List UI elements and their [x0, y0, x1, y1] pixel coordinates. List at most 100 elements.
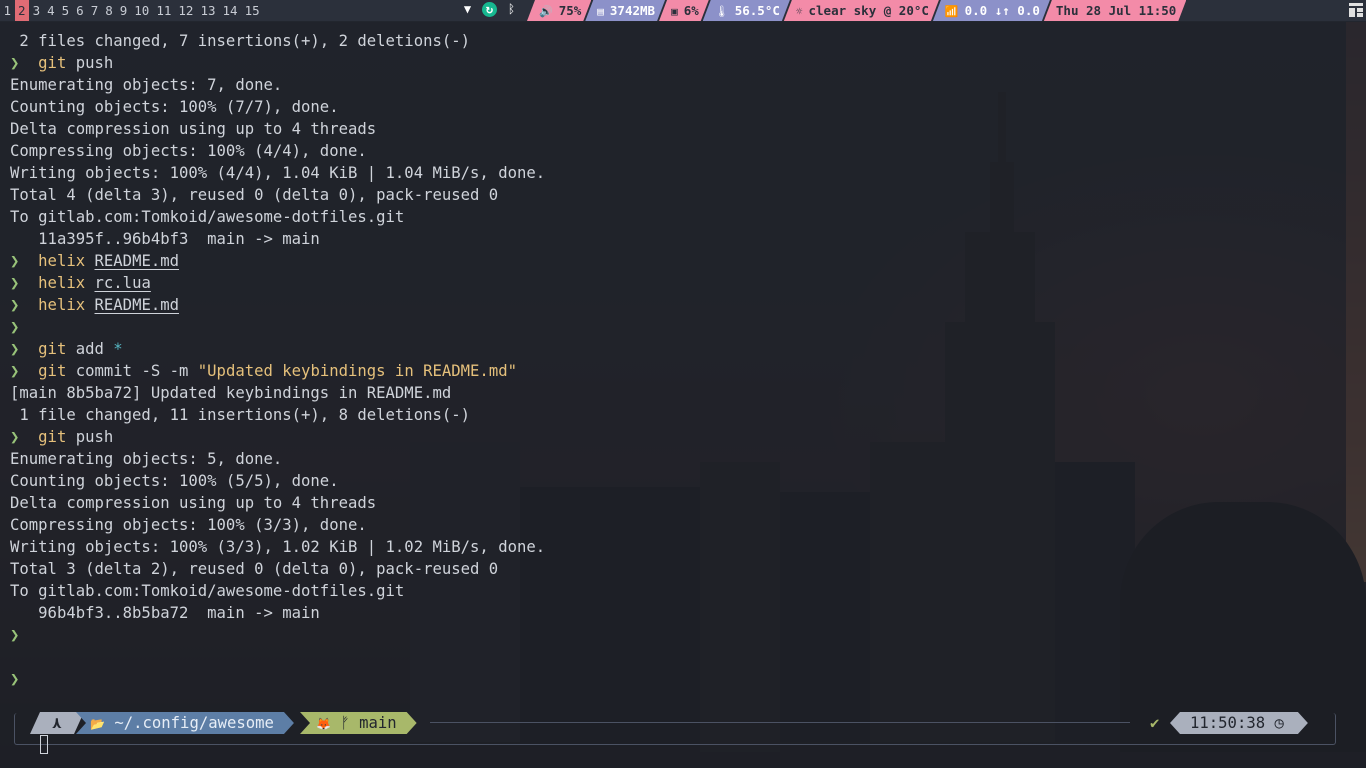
command-line: ❯ [10, 624, 545, 646]
prompt-arrow: ❯ [10, 428, 29, 446]
git-segment: 🦊 ᚠ main [300, 712, 417, 734]
prompt-arrow: ❯ [10, 626, 29, 644]
command-line: ❯ git add * [10, 338, 545, 360]
output-line: Writing objects: 100% (4/4), 1.04 KiB | … [10, 162, 545, 184]
command-name: git [38, 340, 67, 358]
output-text: Delta compression using up to 4 threads [10, 494, 377, 512]
output-text: Total 4 (delta 3), reused 0 (delta 0), p… [10, 186, 499, 204]
workspace-tag-3[interactable]: 3 [29, 0, 44, 21]
prompt-arrow: ❯ [10, 296, 29, 314]
text-cursor[interactable] [40, 735, 48, 754]
output-text: Counting objects: 100% (7/7), done. [10, 98, 339, 116]
output-text: Counting objects: 100% (5/5), done. [10, 472, 339, 490]
prompt-arrow: ❯ [10, 274, 29, 292]
command-line: ❯ helix README.md [10, 294, 545, 316]
output-line: [main 8b5ba72] Updated keybindings in RE… [10, 382, 545, 404]
workspace-tag-8[interactable]: 8 [102, 0, 117, 21]
terminal-output: 2 files changed, 7 insertions(+), 2 dele… [10, 30, 545, 690]
command-line [10, 646, 545, 668]
command-args: push [66, 428, 114, 446]
command-line: ❯ helix README.md [10, 250, 545, 272]
output-text: 96b4bf3..8b5ba72 main -> main [10, 604, 320, 622]
command-args: commit -S -m [66, 362, 198, 380]
command-name: git [38, 362, 67, 380]
workspace-tag-13[interactable]: 13 [197, 0, 219, 21]
wifi-icon[interactable]: ▼ [460, 2, 475, 17]
output-line: Enumerating objects: 7, done. [10, 74, 545, 96]
workspace-tag-4[interactable]: 4 [44, 0, 59, 21]
clock-widget[interactable]: Thu 28 Jul 11:50 [1044, 0, 1186, 21]
prompt-arrow: ❯ [10, 362, 29, 380]
command-line: ❯ helix rc.lua [10, 272, 545, 294]
temperature-widget[interactable]: 🌡 56.5°C [703, 0, 790, 21]
output-line: Total 3 (delta 2), reused 0 (delta 0), p… [10, 558, 545, 580]
file-argument: README.md [94, 252, 180, 270]
prompt-arrow: ❯ [10, 340, 29, 358]
command-name: helix [38, 274, 86, 292]
output-line: To gitlab.com:Tomkoid/awesome-dotfiles.g… [10, 206, 545, 228]
temperature-icon: 🌡 [714, 5, 729, 18]
output-text: To gitlab.com:Tomkoid/awesome-dotfiles.g… [10, 582, 405, 600]
os-icon: ⋏ [52, 714, 62, 732]
status-ok-icon: ✔ [1150, 714, 1160, 732]
terminal-window[interactable]: 2 files changed, 7 insertions(+), 2 dele… [0, 22, 1366, 768]
prompt-arrow: ❯ [10, 318, 29, 336]
output-text: 2 files changed, 7 insertions(+), 2 dele… [10, 32, 471, 50]
weather-widget[interactable]: ☼ clear sky @ 20°C [784, 0, 939, 21]
workspace-tag-11[interactable]: 11 [153, 0, 175, 21]
folder-icon: 📂 [90, 717, 105, 731]
network-widget[interactable]: 📶 0.0 ↓↑ 0.0 [933, 0, 1050, 21]
command-name: git [38, 54, 67, 72]
prompt-separator [430, 722, 1130, 723]
output-text: Enumerating objects: 5, done. [10, 450, 283, 468]
workspace-tag-6[interactable]: 6 [73, 0, 88, 21]
string-argument: "Updated keybindings in README.md" [197, 362, 517, 380]
system-tray: ▼ ↻ ᛒ [460, 2, 519, 17]
memory-widget[interactable]: ▤ 3742MB [585, 0, 665, 21]
command-line: ❯ git push [10, 52, 545, 74]
layout-switch-icon[interactable] [1349, 3, 1363, 17]
workspace-tag-9[interactable]: 9 [116, 0, 131, 21]
command-line: ❯ git push [10, 426, 545, 448]
gitlab-icon: 🦊 [316, 717, 331, 731]
prompt-time: 11:50:38 [1190, 714, 1266, 732]
bluetooth-icon[interactable]: ᛒ [504, 2, 519, 17]
workspace-tag-5[interactable]: 5 [58, 0, 73, 21]
output-text: [main 8b5ba72] Updated keybindings in RE… [10, 384, 452, 402]
file-argument: README.md [94, 296, 180, 314]
workspace-tag-12[interactable]: 12 [175, 0, 197, 21]
workspace-tag-15[interactable]: 15 [241, 0, 263, 21]
cpu-widget[interactable]: ▣ 6% [659, 0, 709, 21]
output-line: Delta compression using up to 4 threads [10, 118, 545, 140]
output-line: Enumerating objects: 5, done. [10, 448, 545, 470]
output-line: Compressing objects: 100% (3/3), done. [10, 514, 545, 536]
workspace-tag-7[interactable]: 7 [87, 0, 102, 21]
command-line: ❯ git commit -S -m "Updated keybindings … [10, 360, 545, 382]
workspace-tag-2[interactable]: 2 [14, 0, 30, 21]
workspace-tag-1[interactable]: 1 [0, 0, 15, 21]
output-line: 96b4bf3..8b5ba72 main -> main [10, 602, 545, 624]
workspace-tag-14[interactable]: 14 [219, 0, 241, 21]
output-line: 1 file changed, 11 insertions(+), 8 dele… [10, 404, 545, 426]
top-status-bar: 1 2 3 4 5 6 7 8 9 10 11 12 13 14 15 ▼ ↻ ᛒ 🔊 75% ▤ 3742MB ▣… [0, 0, 1366, 21]
widget-value: 6% [683, 3, 699, 18]
output-line: Delta compression using up to 4 threads [10, 492, 545, 514]
widget-value: Thu 28 Jul 11:50 [1055, 3, 1177, 18]
output-line: 2 files changed, 7 insertions(+), 2 dele… [10, 30, 545, 52]
memory-icon: ▤ [597, 5, 604, 18]
output-text: Writing objects: 100% (3/3), 1.02 KiB | … [10, 538, 546, 556]
directory-segment: 📂 ~/.config/awesome [76, 712, 294, 734]
file-argument: rc.lua [94, 274, 151, 292]
output-text: Enumerating objects: 7, done. [10, 76, 283, 94]
volume-widget[interactable]: 🔊 75% [527, 0, 591, 21]
clock-icon: ◷ [1274, 714, 1284, 732]
status-widgets: 🔊 75% ▤ 3742MB ▣ 6% 🌡 56.5°C ☼ clear sky @ 20°C 📶 0… [527, 0, 1180, 21]
sync-icon[interactable]: ↻ [482, 2, 497, 17]
output-text: Writing objects: 100% (4/4), 1.04 KiB | … [10, 164, 546, 182]
time-segment: 11:50:38 ◷ [1170, 712, 1308, 734]
workspace-tag-10[interactable]: 10 [131, 0, 153, 21]
output-text: 1 file changed, 11 insertions(+), 8 dele… [10, 406, 471, 424]
workspace-tags: 1 2 3 4 5 6 7 8 9 10 11 12 13 14 15 [0, 0, 263, 21]
command-line: ❯ [10, 316, 545, 338]
git-branch: main [359, 714, 397, 732]
